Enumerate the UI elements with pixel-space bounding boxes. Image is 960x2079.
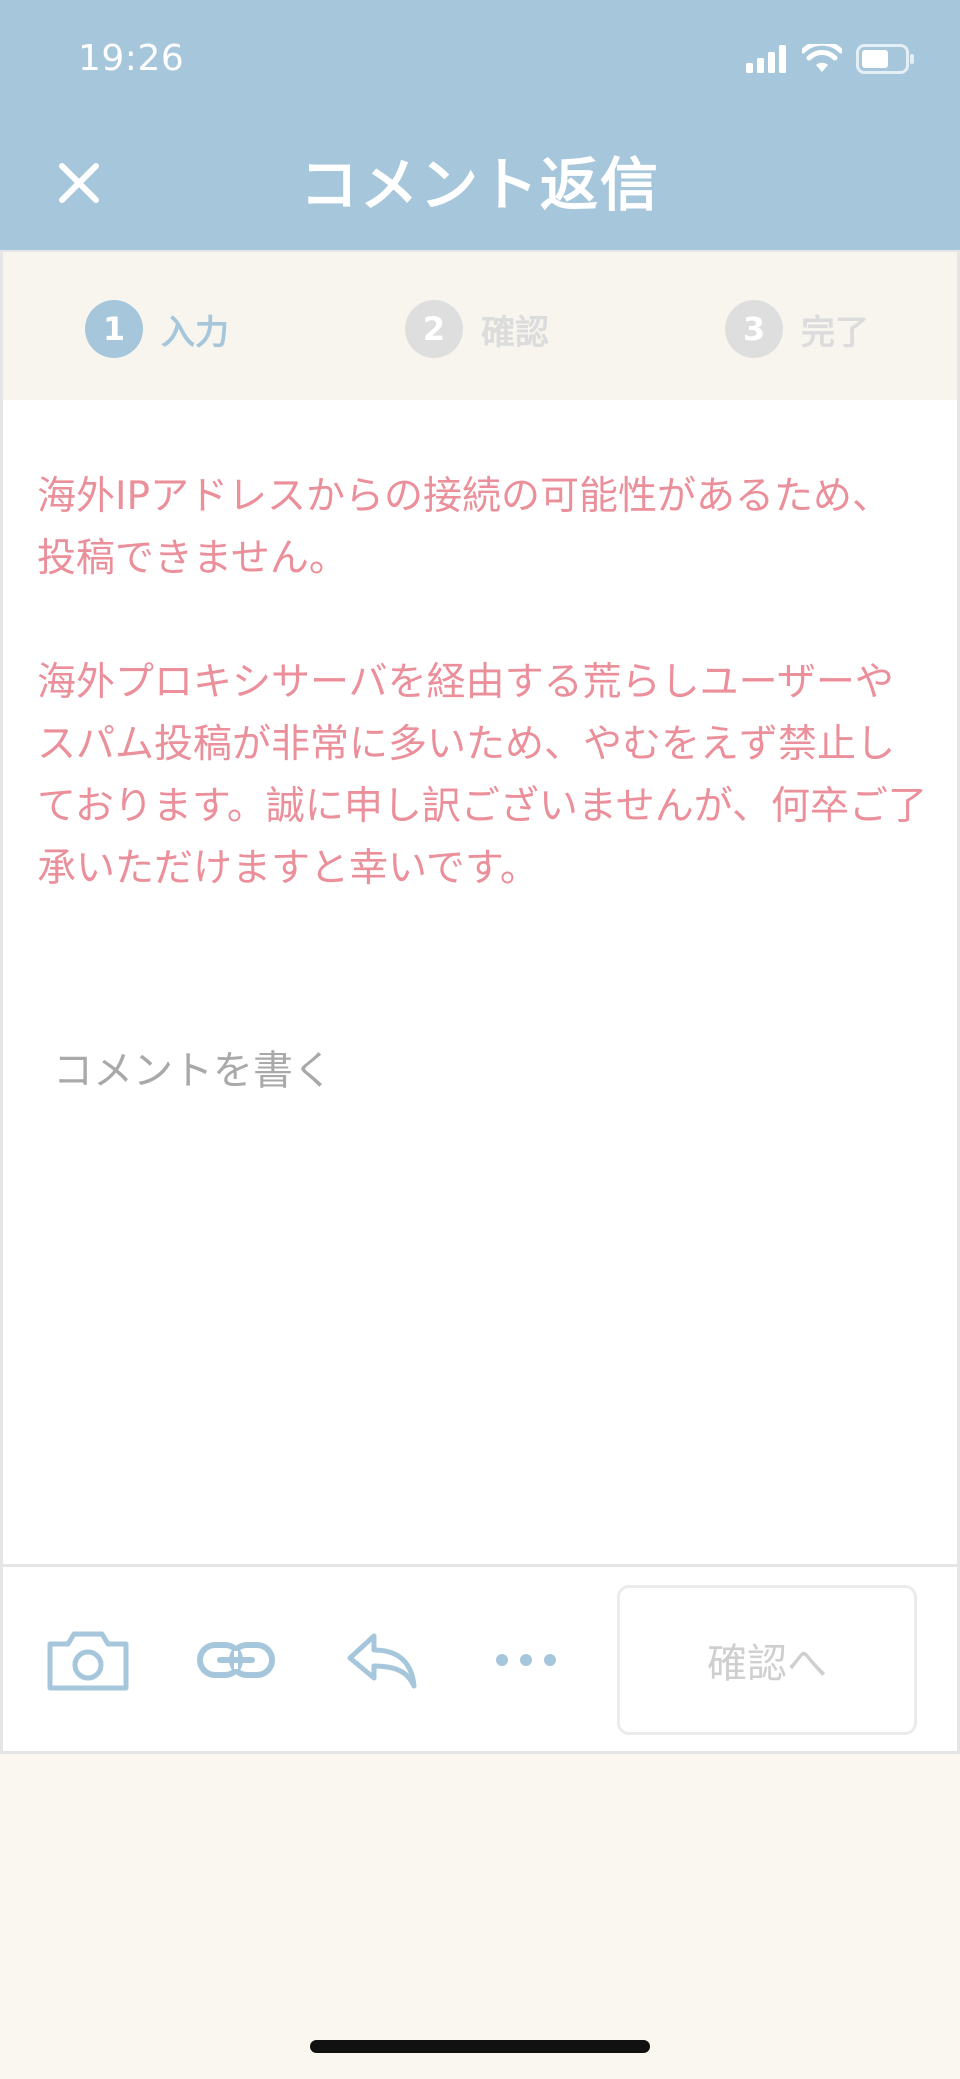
camera-icon [47,1631,129,1691]
more-icon [496,1654,556,1666]
step-number: 3 [725,300,783,358]
step-complete: 3 完了 [725,300,869,358]
step-label: 完了 [801,312,869,353]
error-message: 海外IPアドレスからの接続の可能性があるため、投稿できません。 海外プロキシサー… [37,466,927,900]
status-icons [746,44,916,74]
step-indicator: 1 入力 2 確認 3 完了 [0,250,960,400]
step-number: 1 [85,300,143,358]
step-input: 1 入力 [85,300,229,358]
content-area: 海外IPアドレスからの接続の可能性があるため、投稿できません。 海外プロキシサー… [0,400,960,1565]
comment-input[interactable] [33,1020,933,1520]
wifi-icon [802,44,842,72]
bottom-toolbar: 確認へ [0,1564,960,1754]
battery-icon [856,44,914,74]
reply-button[interactable] [327,1605,437,1715]
header: 19:26 コメント返信 [0,0,960,250]
step-label: 確認 [481,312,549,353]
home-indicator [310,2040,650,2053]
error-paragraph-1: 海外IPアドレスからの接続の可能性があるため、投稿できません。 [37,474,892,581]
status-time: 19:26 [78,38,185,79]
step-confirm: 2 確認 [405,300,549,358]
step-number: 2 [405,300,463,358]
signal-icon [746,45,786,73]
error-paragraph-2: 海外プロキシサーバを経由する荒らしユーザーやスパム投稿が非常に多いため、やむをえ… [37,660,927,891]
link-icon [197,1642,275,1678]
more-button[interactable] [471,1605,581,1715]
comment-reply-screen: 19:26 コメント返信 1 入力 2 確認 3 完了 海外IPアドレスからの接… [0,0,960,2079]
confirm-button[interactable]: 確認へ [617,1585,917,1735]
link-button[interactable] [181,1605,291,1715]
reply-icon [347,1633,417,1689]
step-label: 入力 [161,312,229,353]
camera-button[interactable] [33,1605,143,1715]
page-title: コメント返信 [299,151,660,219]
